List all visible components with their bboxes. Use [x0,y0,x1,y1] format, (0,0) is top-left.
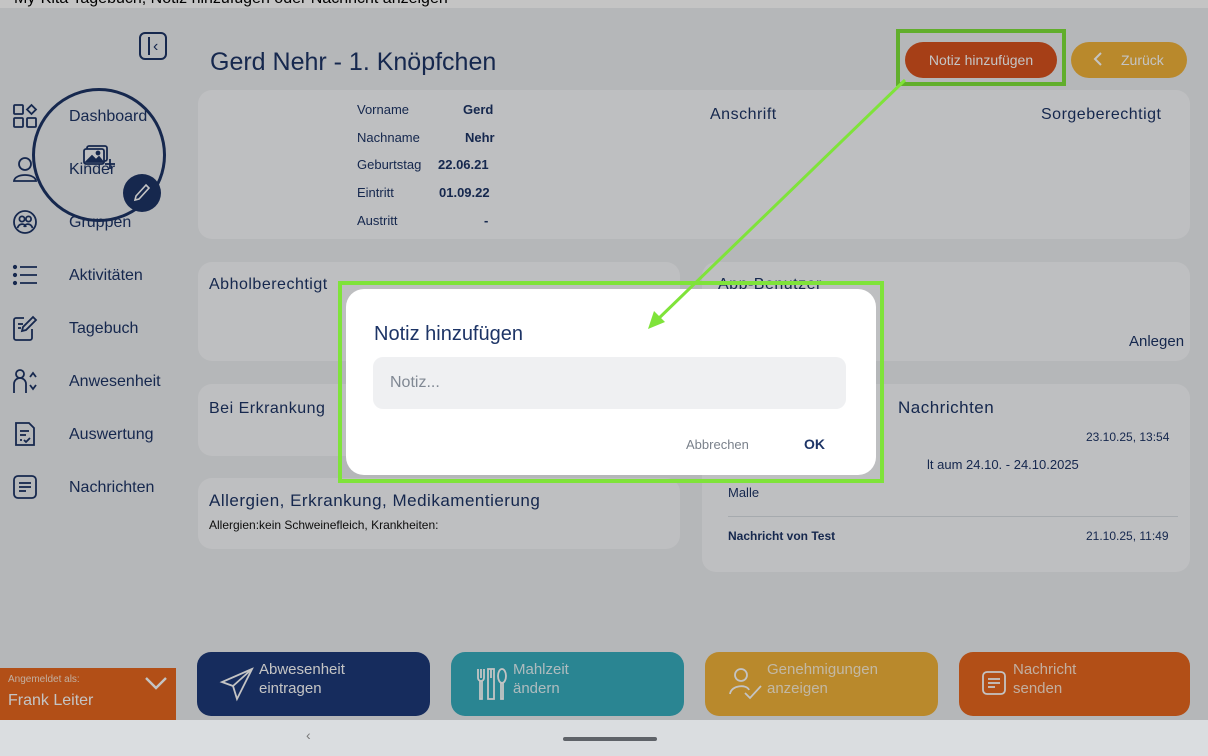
dialog-highlight [338,281,884,483]
home-indicator[interactable] [563,737,657,741]
system-back-icon[interactable]: ‹ [306,727,311,743]
system-navigation-bar: ‹ [0,720,1208,756]
